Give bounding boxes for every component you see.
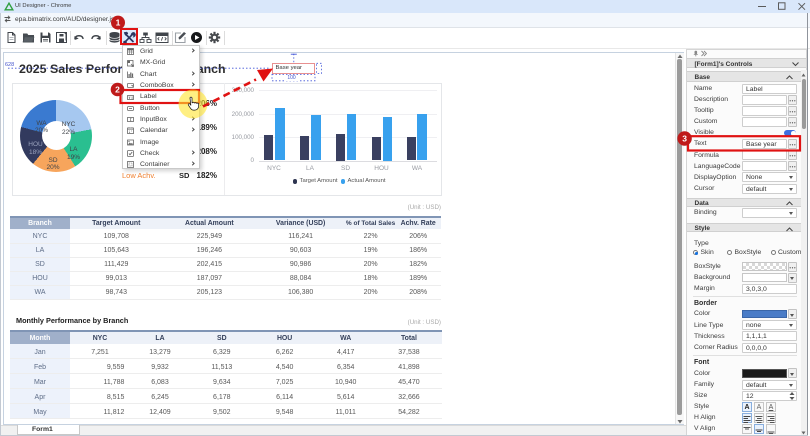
svg-text:3: 3 — [682, 134, 687, 144]
svg-text:2: 2 — [115, 85, 120, 95]
svg-text:1: 1 — [116, 18, 121, 28]
